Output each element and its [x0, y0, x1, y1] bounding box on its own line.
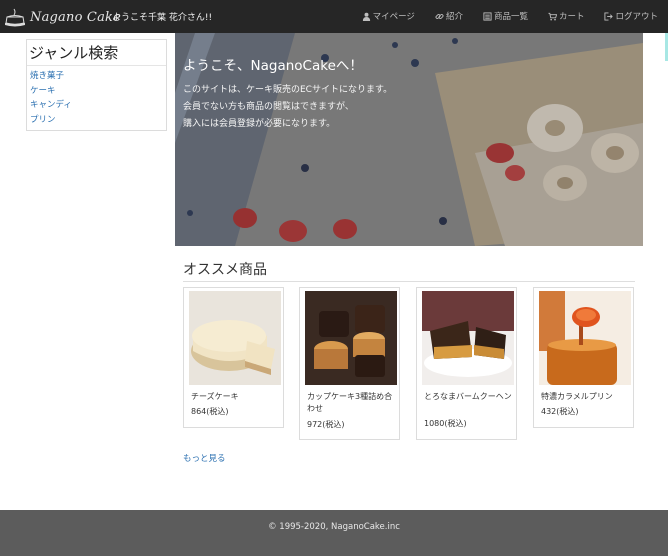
nav-cart-label: カート: [558, 12, 585, 22]
product-card-cheesecake[interactable]: チーズケーキ 864(税込): [183, 287, 284, 428]
product-name-cheesecake: チーズケーキ: [191, 392, 239, 401]
cart-icon: [548, 12, 557, 20]
genre-list: 焼き菓子 ケーキ キャンディ プリン: [27, 66, 166, 127]
genre-link-pudding[interactable]: プリン: [30, 113, 166, 128]
footer-copyright: © 1995-2020, NaganoCake.inc: [268, 522, 400, 532]
nav-products-label: 商品一覧: [493, 12, 528, 22]
nav-mypage-label: マイページ: [372, 12, 415, 22]
product-image-caramel-pudding[interactable]: [539, 291, 631, 385]
hero-line-1: このサイトは、ケーキ販売のECサイトになります。: [183, 85, 393, 95]
brand-name: Nagano Cake: [30, 9, 121, 25]
hero-line-2: 会員でない方も商品の閲覧はできますが、: [183, 102, 354, 112]
list-icon: [483, 11, 492, 21]
hero-line-3: 購入には会員登録が必要になります。: [183, 119, 336, 129]
product-image-cheesecake[interactable]: [189, 291, 281, 385]
product-image-cupcake-set[interactable]: [305, 291, 397, 385]
cupcake-photo: [305, 291, 397, 385]
product-price-caramel-pudding: 432(税込): [541, 407, 579, 416]
top-navbar: Nagano Cake ようこそ千葉 花介さん!! マイページ 紹介 商品一覧 …: [0, 0, 668, 33]
nav-cart[interactable]: カート: [548, 10, 585, 22]
product-card-cupcake-set[interactable]: カップケーキ3種詰め合わせ 972(税込): [299, 287, 400, 440]
nav-about[interactable]: 紹介: [435, 10, 463, 22]
genre-search-panel: ジャンル検索 焼き菓子 ケーキ キャンディ プリン: [26, 39, 167, 131]
product-price-baumkuchen: 1080(税込): [424, 419, 467, 428]
footer: © 1995-2020, NaganoCake.inc: [0, 510, 668, 556]
user-icon: [362, 12, 370, 21]
product-image-baumkuchen[interactable]: [422, 291, 514, 385]
cheesecake-photo: [189, 291, 281, 385]
hero-banner: ようこそ、NaganoCakeへ！ このサイトは、ケーキ販売のECサイトになりま…: [175, 33, 643, 246]
nav-logout[interactable]: ログアウト: [604, 10, 658, 22]
cake-logo-icon: [5, 8, 25, 27]
nav-about-label: 紹介: [445, 12, 463, 22]
nav-mypage[interactable]: マイページ: [362, 10, 415, 22]
product-name-baumkuchen: とろなまバームクーヘン: [424, 392, 512, 401]
product-price-cheesecake: 864(税込): [191, 407, 229, 416]
product-name-caramel-pudding: 特濃カラメルプリン: [541, 392, 613, 401]
more-products-link[interactable]: もっと見る: [183, 452, 226, 464]
main-nav: マイページ 紹介 商品一覧 カート ログアウト: [342, 10, 658, 22]
brand-logo-link[interactable]: Nagano Cake: [2, 4, 121, 30]
genre-link-baked-goods[interactable]: 焼き菓子: [30, 69, 166, 84]
recommended-title: オススメ商品: [183, 262, 267, 278]
logout-icon: [604, 11, 614, 21]
genre-link-candy[interactable]: キャンディ: [30, 98, 166, 113]
baumkuchen-photo: [422, 291, 514, 385]
genre-link-cake[interactable]: ケーキ: [30, 84, 166, 99]
nav-products[interactable]: 商品一覧: [483, 10, 528, 22]
pudding-photo: [539, 291, 631, 385]
product-price-cupcake-set: 972(税込): [307, 420, 345, 429]
nav-logout-label: ログアウト: [615, 12, 658, 22]
welcome-message: ようこそ千葉 花介さん!!: [112, 13, 213, 23]
hero-title: ようこそ、NaganoCakeへ！: [183, 58, 363, 74]
link-icon: [435, 13, 444, 19]
genre-search-title: ジャンル検索: [27, 40, 166, 66]
product-card-baumkuchen[interactable]: とろなまバームクーヘン 1080(税込): [416, 287, 517, 440]
product-name-cupcake-set: カップケーキ3種詰め合わせ: [307, 392, 393, 413]
recommended-divider: [183, 281, 635, 282]
product-card-caramel-pudding[interactable]: 特濃カラメルプリン 432(税込): [533, 287, 634, 428]
